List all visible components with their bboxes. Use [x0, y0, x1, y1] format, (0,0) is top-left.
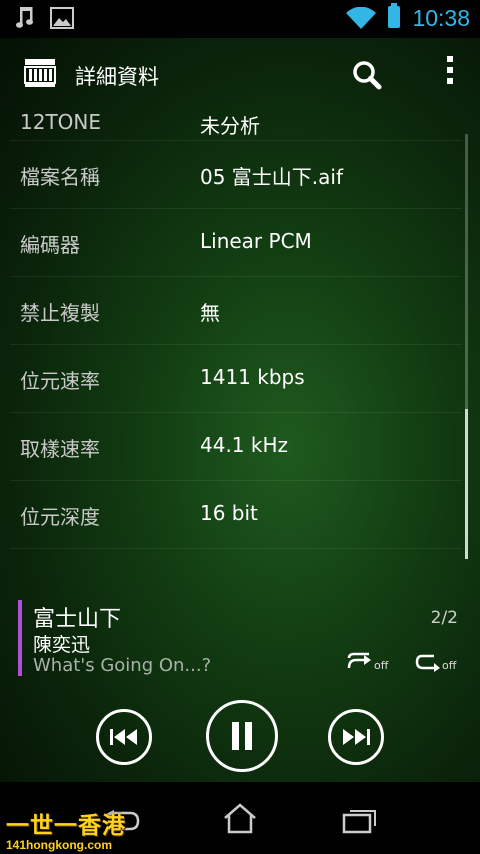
now-playing-panel[interactable]: 富士山下 陳奕迅 What's Going On...? 2/2 off off [18, 600, 468, 676]
detail-row: 位元深度 16 bit [10, 481, 462, 549]
detail-value: 05 富士山下.aif [200, 165, 344, 189]
detail-row: 12TONE 未分析 [10, 106, 462, 141]
detail-value: 無 [200, 301, 220, 325]
detail-value: 44.1 kHz [200, 433, 289, 457]
image-icon [50, 7, 74, 29]
detail-label: 取樣速率 [20, 437, 100, 461]
detail-label: 禁止複製 [20, 301, 100, 325]
track-title: 富士山下 [33, 607, 122, 632]
watermark: 一世一香港 141hongkong.com [6, 806, 126, 852]
repeat-toggle[interactable]: off [414, 650, 456, 672]
page-title: 詳細資料 [75, 65, 159, 89]
status-clock: 10:38 [412, 5, 470, 31]
notification-icons [16, 6, 74, 30]
detail-label: 12TONE [20, 110, 102, 134]
artist-name: 陳奕迅 [33, 634, 91, 656]
detail-row: 禁止複製 無 [10, 277, 462, 345]
repeat-icon [415, 654, 440, 672]
now-playing-accent-bar [18, 600, 22, 676]
skip-previous-icon [110, 729, 137, 745]
scrollbar[interactable] [465, 134, 468, 559]
search-icon[interactable] [352, 60, 382, 90]
track-counter: 2/2 [430, 608, 458, 628]
shuffle-icon [347, 652, 371, 669]
home-icon[interactable] [222, 802, 258, 834]
pause-icon [232, 722, 252, 750]
overflow-menu-icon[interactable] [440, 56, 460, 90]
detail-label: 位元速率 [20, 369, 100, 393]
shuffle-state: off [374, 659, 389, 672]
detail-value: 未分析 [200, 114, 260, 138]
detail-row: 編碼器 Linear PCM [10, 209, 462, 277]
watermark-url: 141hongkong.com [6, 838, 113, 852]
navigation-bar: 一世一香港 141hongkong.com [0, 782, 480, 854]
app-logo-icon[interactable] [24, 58, 56, 88]
detail-value: 16 bit [200, 501, 258, 525]
watermark-title: 一世一香港 [6, 813, 126, 839]
battery-icon [388, 3, 400, 28]
detail-value: 1411 kbps [200, 365, 305, 389]
detail-row: 檔案名稱 05 富士山下.aif [10, 141, 462, 209]
detail-label: 位元深度 [20, 505, 100, 529]
detail-row: 位元速率 1411 kbps [10, 345, 462, 413]
detail-label: 檔案名稱 [20, 165, 100, 189]
details-list: 12TONE 未分析 檔案名稱 05 富士山下.aif 編碼器 Linear P… [10, 106, 462, 549]
app-body: 詳細資料 12TONE 未分析 檔案名稱 05 富士山下.aif 編碼器 Lin… [0, 38, 480, 782]
recent-apps-icon[interactable] [342, 806, 378, 834]
pause-button[interactable] [206, 700, 278, 772]
playback-controls [0, 698, 480, 778]
detail-label: 編碼器 [20, 233, 80, 257]
next-button[interactable] [328, 709, 384, 765]
wifi-icon [346, 7, 376, 29]
album-name: What's Going On...? [33, 655, 212, 676]
action-bar: 詳細資料 [0, 38, 480, 110]
detail-row: 取樣速率 44.1 kHz [10, 413, 462, 481]
scrollbar-thumb[interactable] [465, 409, 468, 559]
previous-button[interactable] [96, 709, 152, 765]
detail-value: Linear PCM [200, 229, 312, 253]
status-bar: 10:38 [0, 0, 480, 38]
repeat-state: off [442, 659, 457, 672]
shuffle-toggle[interactable]: off [346, 650, 388, 672]
music-note-icon [16, 7, 33, 28]
skip-next-icon [343, 729, 370, 745]
